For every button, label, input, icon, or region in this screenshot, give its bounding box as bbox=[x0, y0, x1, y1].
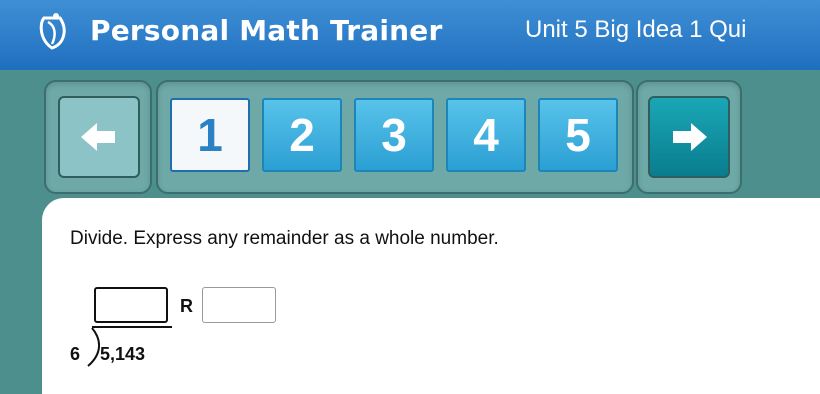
quotient-input[interactable] bbox=[94, 287, 168, 323]
divisor: 6 bbox=[70, 344, 81, 364]
question-content: Divide. Express any remainder as a whole… bbox=[42, 198, 820, 394]
app-title: Personal Math Trainer bbox=[90, 14, 443, 47]
quiz-title: Unit 5 Big Idea 1 Qui bbox=[525, 16, 747, 43]
question-4-button[interactable]: 4 bbox=[446, 98, 526, 172]
prev-panel bbox=[44, 80, 152, 194]
pmt-logo-icon bbox=[39, 13, 66, 50]
question-5-label: 5 bbox=[565, 109, 591, 161]
app: Personal Math Trainer Unit 5 Big Idea 1 … bbox=[0, 0, 820, 394]
next-panel bbox=[636, 80, 742, 194]
dividend: 5,143 bbox=[100, 344, 146, 364]
question-number-panel: 1 2 3 4 5 bbox=[156, 80, 634, 194]
question-2-button[interactable]: 2 bbox=[262, 98, 342, 172]
question-instructions: Divide. Express any remainder as a whole… bbox=[70, 228, 499, 249]
question-4-label: 4 bbox=[473, 109, 499, 161]
long-division-bracket-icon bbox=[87, 327, 100, 367]
previous-question-button[interactable] bbox=[58, 96, 140, 178]
remainder-label: R bbox=[180, 296, 193, 316]
question-2-label: 2 bbox=[289, 109, 315, 161]
question-5-button[interactable]: 5 bbox=[538, 98, 618, 172]
next-question-button[interactable] bbox=[648, 96, 730, 178]
question-3-label: 3 bbox=[381, 109, 407, 161]
header-bar: Personal Math Trainer Unit 5 Big Idea 1 … bbox=[0, 0, 820, 70]
left-arrow-icon bbox=[81, 123, 115, 151]
question-1-button[interactable]: 1 bbox=[170, 98, 250, 172]
question-3-button[interactable]: 3 bbox=[354, 98, 434, 172]
division-bar bbox=[92, 326, 172, 328]
remainder-input[interactable] bbox=[202, 287, 276, 323]
question-1-label: 1 bbox=[197, 109, 223, 161]
right-arrow-icon bbox=[673, 123, 707, 151]
